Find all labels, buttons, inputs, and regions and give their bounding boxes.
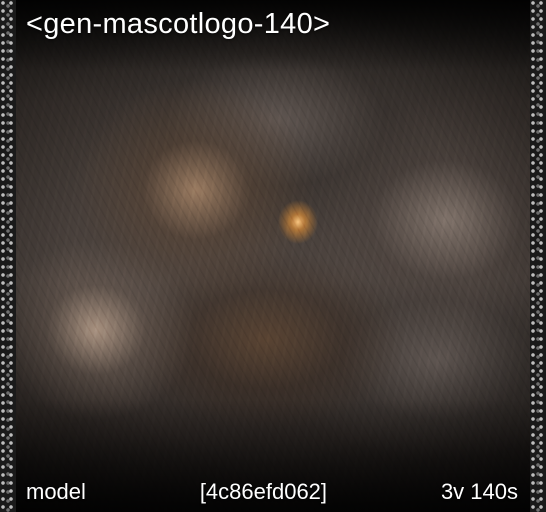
- right-border-pattern: [530, 0, 546, 512]
- hash-label: [4c86efd062]: [199, 479, 328, 504]
- image-card: <gen-mascotlogo-140> model [4c86efd062] …: [0, 0, 546, 512]
- image-title: <gen-mascotlogo-140>: [26, 8, 331, 40]
- generated-image[interactable]: [16, 0, 530, 512]
- vignette-overlay: [16, 0, 530, 512]
- model-label: model: [26, 479, 86, 504]
- meta-label: 3v 140s: [440, 479, 518, 504]
- left-border-pattern: [0, 0, 16, 512]
- caption-bar: model [4c86efd062] 3v 140s: [26, 478, 518, 506]
